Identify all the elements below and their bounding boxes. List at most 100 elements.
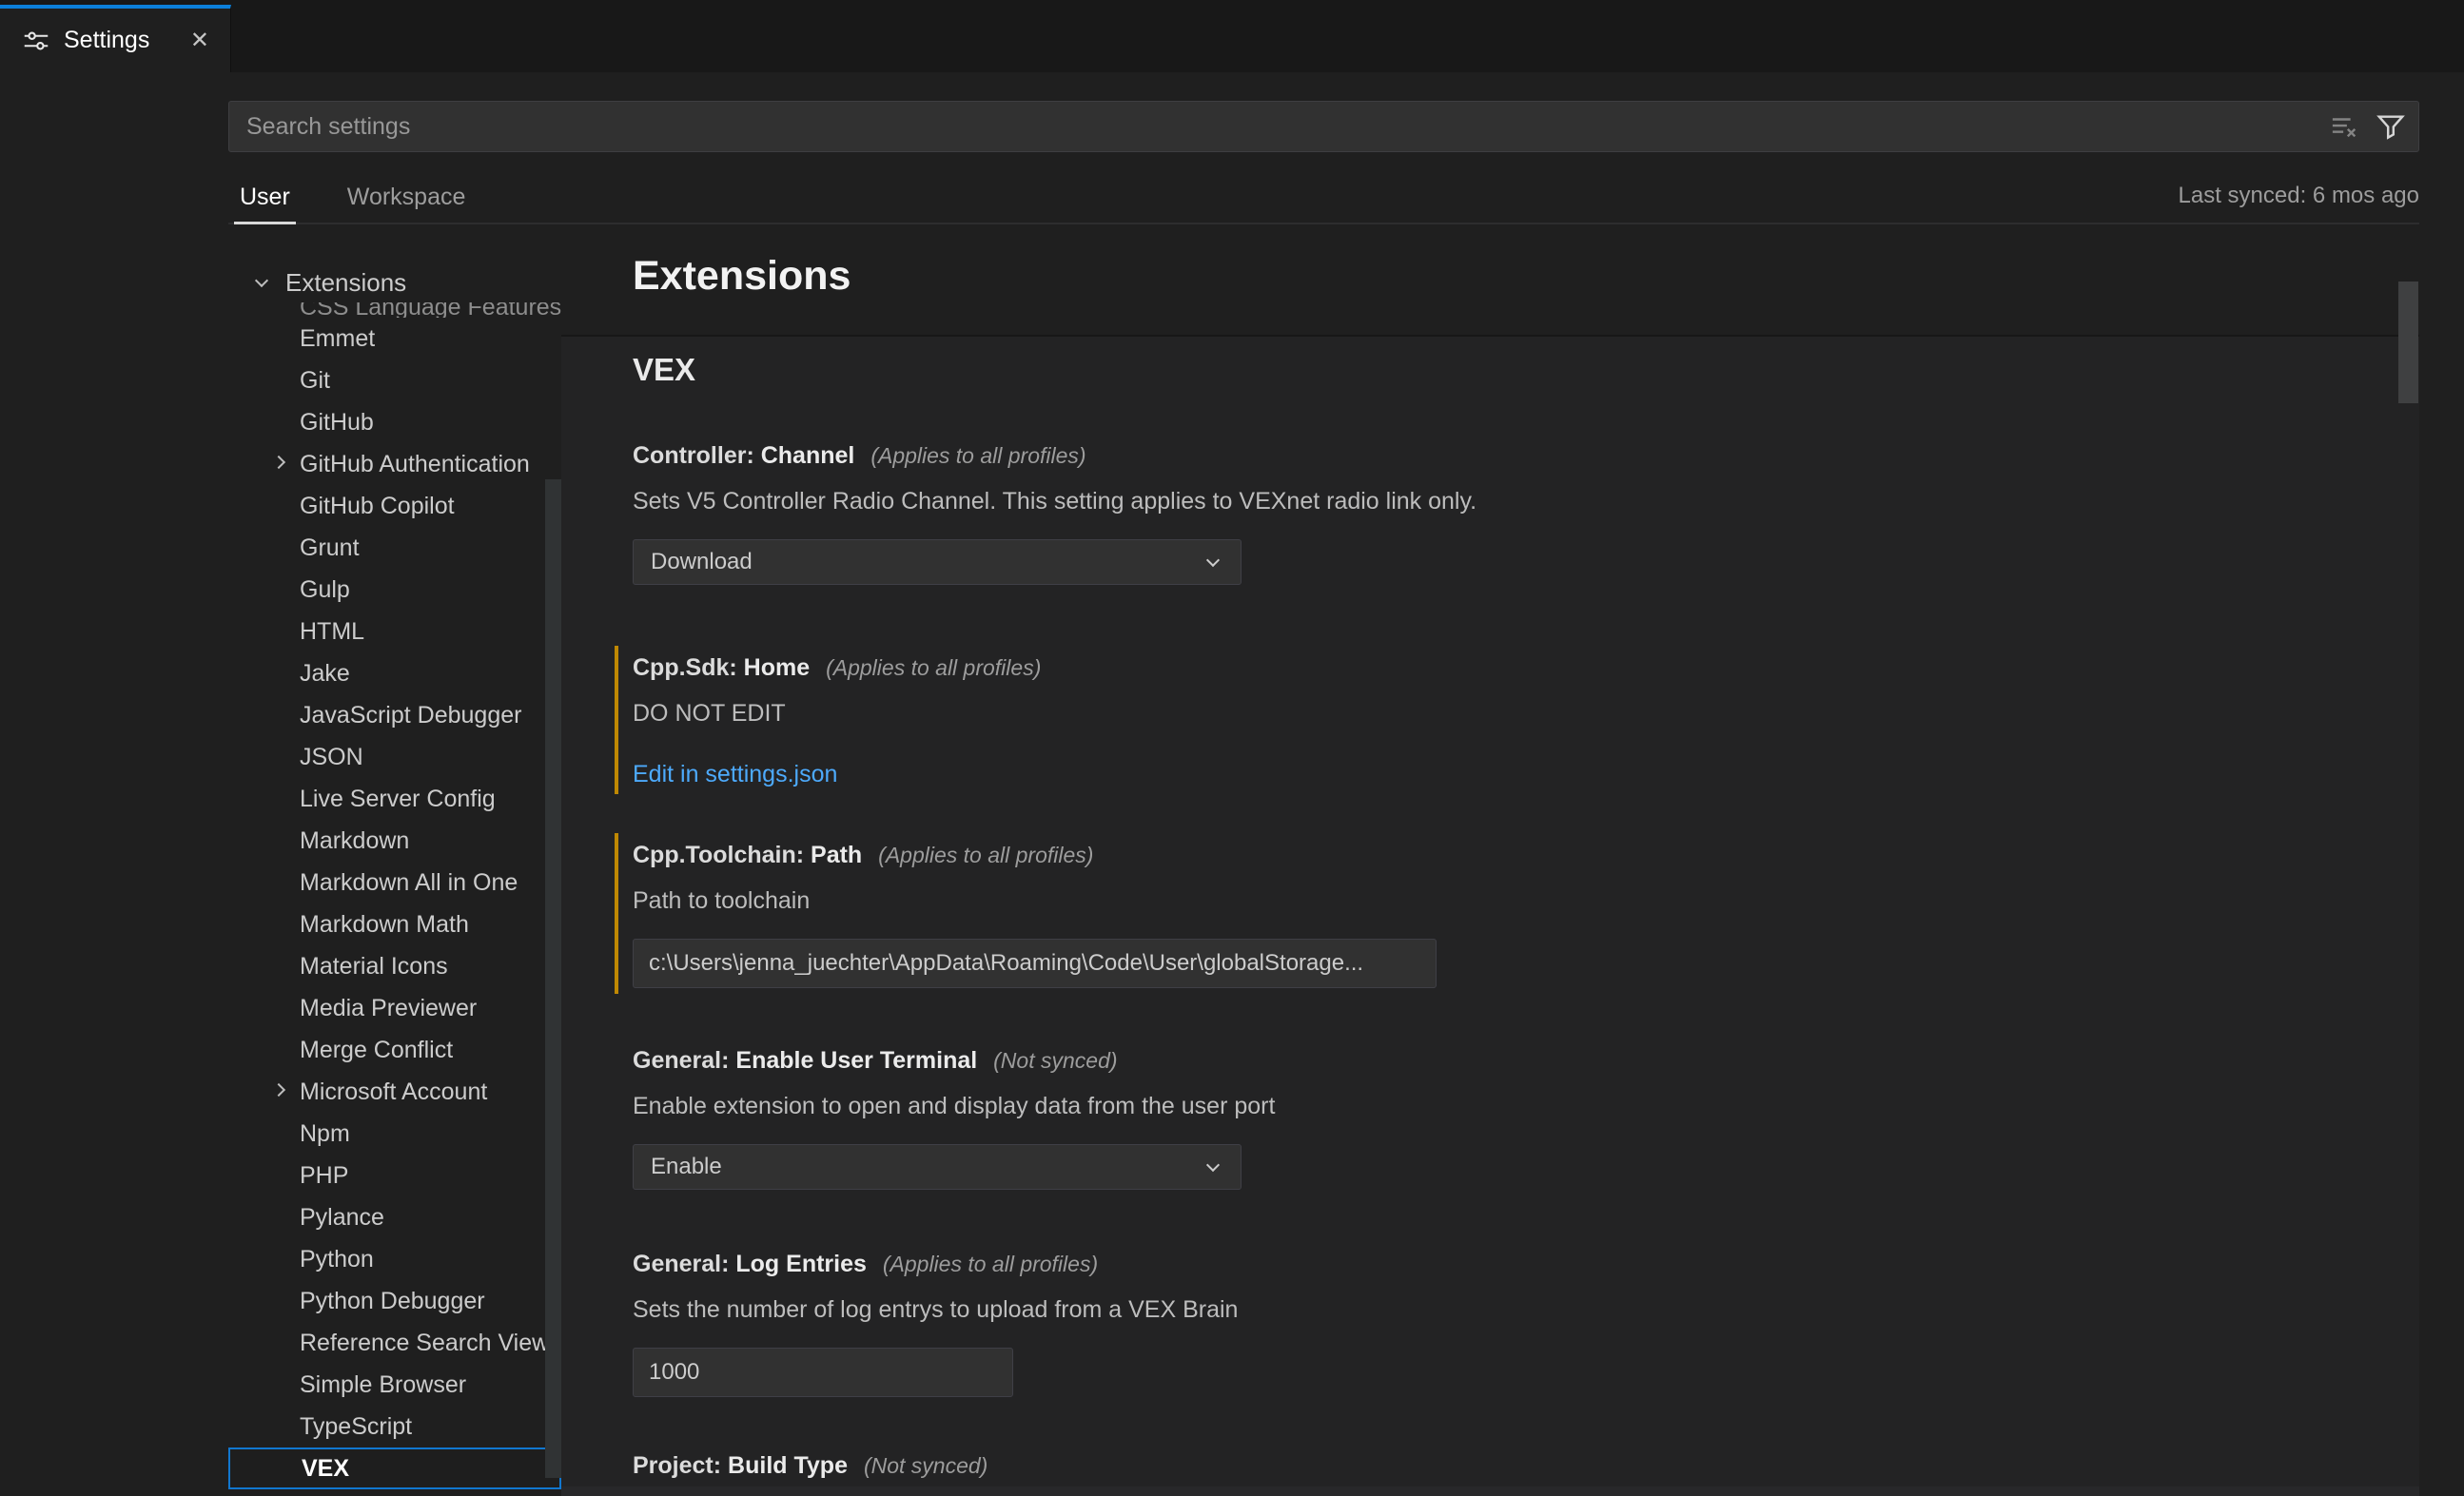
edit-in-settings-json-link[interactable]: Edit in settings.json [633, 761, 837, 788]
setting-name: Path [811, 842, 862, 868]
toc-item-github-authentication[interactable]: GitHub Authentication [228, 443, 561, 485]
setting-scope: (Applies to all profiles) [870, 443, 1085, 468]
toc-item-label: Markdown [300, 827, 409, 854]
select-value: Download [651, 549, 753, 575]
chevron-right-icon [272, 1083, 285, 1097]
toc-item-php[interactable]: PHP [228, 1155, 561, 1196]
toc-item-github-copilot[interactable]: GitHub Copilot [228, 485, 561, 527]
controller-channel-select[interactable]: Download [633, 539, 1242, 585]
toc-item-label: Simple Browser [300, 1371, 466, 1398]
toc-item-git[interactable]: Git [228, 359, 561, 401]
setting-category: Controller: [633, 442, 754, 469]
setting-enable-user-terminal: General: Enable User Terminal (Not synce… [633, 1046, 1489, 1190]
toc-root-label: Extensions [285, 268, 406, 297]
setting-label: Cpp.Sdk: Home (Applies to all profiles) [633, 653, 1489, 683]
toc-item-json[interactable]: JSON [228, 736, 561, 778]
toc-item-markdown-math[interactable]: Markdown Math [228, 903, 561, 945]
toc-item-label: TypeScript [300, 1413, 412, 1440]
toc-item-typescript[interactable]: TypeScript [228, 1406, 561, 1447]
setting-controller-channel: Controller: Channel (Applies to all prof… [633, 441, 1489, 585]
toc-item-emmet[interactable]: Emmet [228, 318, 561, 359]
toc-item-markdown-all-in-one[interactable]: Markdown All in One [228, 862, 561, 903]
toc-item-label: JavaScript Debugger [300, 702, 521, 729]
toc-item-vex[interactable]: VEX [228, 1447, 561, 1489]
setting-label: General: Log Entries (Applies to all pro… [633, 1250, 1489, 1279]
toc-item-label: Material Icons [300, 953, 448, 980]
toc-item-label: VEX [302, 1455, 349, 1482]
setting-scope: (Not synced) [993, 1048, 1117, 1073]
toc-item-label: HTML [300, 618, 364, 645]
tab-user[interactable]: User [234, 184, 296, 223]
toc-root-extensions[interactable]: Extensions [228, 262, 561, 302]
clear-search-icon[interactable] [2331, 112, 2359, 141]
toc-item-label: Markdown All in One [300, 869, 518, 896]
main-scrollbar-thumb[interactable] [2398, 282, 2418, 403]
toc-scrollbar-thumb[interactable] [545, 479, 561, 1478]
tab-workspace[interactable]: Workspace [342, 184, 472, 223]
setting-scope: (Applies to all profiles) [883, 1252, 1098, 1276]
toc-item-label: Emmet [300, 325, 375, 352]
setting-category: Project: [633, 1452, 721, 1479]
toc-item-label: GitHub [300, 409, 374, 436]
toc-item-pylance[interactable]: Pylance [228, 1196, 561, 1238]
setting-project-build-type: Project: Build Type (Not synced) [633, 1451, 1489, 1481]
toc-item-gulp[interactable]: Gulp [228, 569, 561, 611]
setting-log-entries: General: Log Entries (Applies to all pro… [633, 1250, 1489, 1397]
toc-item-python[interactable]: Python [228, 1238, 561, 1280]
settings-tab[interactable]: Settings ✕ [0, 5, 231, 72]
log-entries-input[interactable] [633, 1348, 1013, 1397]
setting-name: Enable User Terminal [735, 1047, 977, 1074]
section-header-vex: VEX [561, 337, 2419, 388]
toc-item-label: CSS Language Features [300, 302, 561, 318]
setting-scope: (Applies to all profiles) [878, 843, 1093, 867]
setting-label: General: Enable User Terminal (Not synce… [633, 1046, 1489, 1076]
toc-item-microsoft-account[interactable]: Microsoft Account [228, 1071, 561, 1113]
enable-user-terminal-select[interactable]: Enable [633, 1144, 1242, 1190]
setting-label: Cpp.Toolchain: Path (Applies to all prof… [633, 841, 1489, 870]
settings-editor: User Workspace Last synced: 6 mos ago Ex… [0, 72, 2464, 1496]
setting-description: Path to toolchain [633, 886, 1489, 916]
setting-category: Cpp.Sdk: [633, 654, 737, 681]
chevron-down-icon [1206, 554, 1220, 567]
toc-item-label: Markdown Math [300, 911, 469, 938]
close-icon[interactable]: ✕ [190, 29, 209, 52]
toc-item-npm[interactable]: Npm [228, 1113, 561, 1155]
toc-item-label: Reference Search View [300, 1330, 549, 1356]
toc-item-media-previewer[interactable]: Media Previewer [228, 987, 561, 1029]
toc-item-live-server-config[interactable]: Live Server Config [228, 778, 561, 820]
toc-item-grunt[interactable]: Grunt [228, 527, 561, 569]
toc-item-reference-search-view[interactable]: Reference Search View [228, 1322, 561, 1364]
toc-item-label: Jake [300, 660, 350, 687]
page-title: Extensions [633, 253, 851, 300]
settings-toc-list: CSS Language Features Emmet Git GitHub GitHu… [228, 302, 561, 1489]
chevron-down-icon [255, 274, 268, 287]
setting-category: Cpp.Toolchain: [633, 842, 804, 868]
setting-description: Sets V5 Controller Radio Channel. This s… [633, 487, 1489, 516]
toc-item-html[interactable]: HTML [228, 611, 561, 652]
toc-item-simple-browser[interactable]: Simple Browser [228, 1364, 561, 1406]
toc-item-css-language-features[interactable]: CSS Language Features [228, 302, 561, 318]
toc-item-material-icons[interactable]: Material Icons [228, 945, 561, 987]
chevron-right-icon [272, 456, 285, 469]
toolchain-path-input[interactable] [633, 939, 1437, 988]
settings-search-box[interactable] [228, 101, 2419, 152]
last-synced-label: Last synced: 6 mos ago [2179, 183, 2419, 223]
toc-item-label: Media Previewer [300, 995, 477, 1021]
toc-item-javascript-debugger[interactable]: JavaScript Debugger [228, 694, 561, 736]
filter-funnel-icon[interactable] [2376, 112, 2405, 141]
toc-item-label: Python Debugger [300, 1288, 485, 1314]
editor-tab-bar: Settings ✕ [0, 0, 2464, 72]
toc-item-label: Merge Conflict [300, 1037, 453, 1063]
search-input[interactable] [244, 112, 2331, 142]
scope-tabs-row: User Workspace Last synced: 6 mos ago [228, 177, 2419, 224]
toc-item-label: PHP [300, 1162, 348, 1189]
setting-cpp-sdk-home: Cpp.Sdk: Home (Applies to all profiles) … [633, 653, 1489, 788]
toc-item-merge-conflict[interactable]: Merge Conflict [228, 1029, 561, 1071]
setting-category: General: [633, 1251, 729, 1277]
toc-item-python-debugger[interactable]: Python Debugger [228, 1280, 561, 1322]
setting-cpp-toolchain-path: Cpp.Toolchain: Path (Applies to all prof… [633, 841, 1489, 988]
toc-item-jake[interactable]: Jake [228, 652, 561, 694]
setting-description: DO NOT EDIT [633, 699, 1489, 729]
toc-item-markdown[interactable]: Markdown [228, 820, 561, 862]
toc-item-github[interactable]: GitHub [228, 401, 561, 443]
